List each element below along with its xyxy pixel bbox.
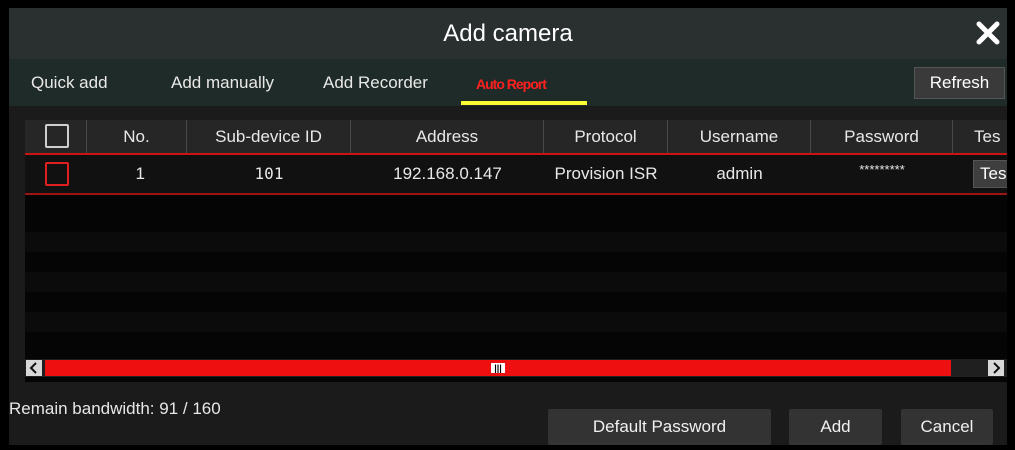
column-header-username: Username — [668, 120, 811, 153]
cell-no: 1 — [87, 155, 187, 192]
test-button[interactable]: Tes — [973, 160, 1007, 188]
scroll-left-button[interactable] — [26, 360, 42, 376]
empty-row-band — [25, 232, 1007, 252]
column-header-address: Address — [351, 120, 544, 153]
add-camera-dialog: Add camera Quick add Add manually Add Re… — [9, 8, 1007, 445]
scroll-thumb[interactable]: ||| — [45, 360, 951, 376]
scroll-grip[interactable]: ||| — [491, 363, 505, 373]
scroll-right-button[interactable] — [988, 360, 1004, 376]
close-button[interactable] — [973, 16, 1003, 50]
horizontal-scrollbar[interactable]: ||| — [25, 359, 1007, 377]
cell-sub-device-id: 101 — [254, 164, 284, 183]
camera-table: No. Sub-device ID Address Protocol Usern… — [25, 120, 1007, 382]
column-header-no: No. — [87, 120, 187, 153]
tab-add-recorder[interactable]: Add Recorder — [323, 73, 428, 93]
cell-username: admin — [716, 164, 763, 183]
cell-address: 192.168.0.147 — [393, 164, 502, 183]
refresh-button[interactable]: Refresh — [914, 67, 1005, 99]
row-checkbox[interactable] — [45, 162, 69, 186]
default-password-button[interactable]: Default Password — [548, 409, 771, 445]
title-bar: Add camera — [9, 8, 1007, 59]
cell-no-text: 1 — [135, 164, 145, 183]
table-row[interactable]: 1 101 192.168.0.147 Provision ISR admin … — [25, 155, 1007, 193]
row-divider — [25, 193, 1007, 195]
dialog-title: Add camera — [443, 19, 573, 47]
empty-row-band — [25, 312, 1007, 332]
bandwidth-status: Remain bandwidth: 91 / 160 — [9, 399, 221, 418]
table-header: No. Sub-device ID Address Protocol Usern… — [25, 120, 1007, 153]
column-header-test: Tes — [974, 127, 1001, 146]
column-header-password: Password — [811, 120, 953, 153]
header-select-all-cell — [25, 120, 87, 153]
cancel-button[interactable]: Cancel — [901, 409, 993, 445]
column-header-sub-device-id: Sub-device ID — [187, 120, 351, 153]
select-all-checkbox[interactable] — [45, 124, 69, 148]
add-button[interactable]: Add — [789, 409, 882, 445]
column-header-protocol: Protocol — [544, 120, 668, 153]
cell-protocol: Provision ISR — [554, 164, 658, 183]
tab-bar: Quick add Add manually Add Recorder Auto… — [9, 59, 1007, 106]
chevron-left-icon — [29, 362, 37, 374]
cell-password: ********* — [859, 162, 905, 177]
chevron-right-icon — [993, 362, 1001, 374]
tab-add-manually[interactable]: Add manually — [171, 73, 274, 93]
tab-auto-report[interactable]: Auto Report — [476, 76, 547, 92]
empty-row-band — [25, 272, 1007, 292]
active-tab-indicator — [461, 101, 587, 105]
close-icon — [976, 21, 1000, 45]
tab-quick-add[interactable]: Quick add — [31, 73, 108, 93]
